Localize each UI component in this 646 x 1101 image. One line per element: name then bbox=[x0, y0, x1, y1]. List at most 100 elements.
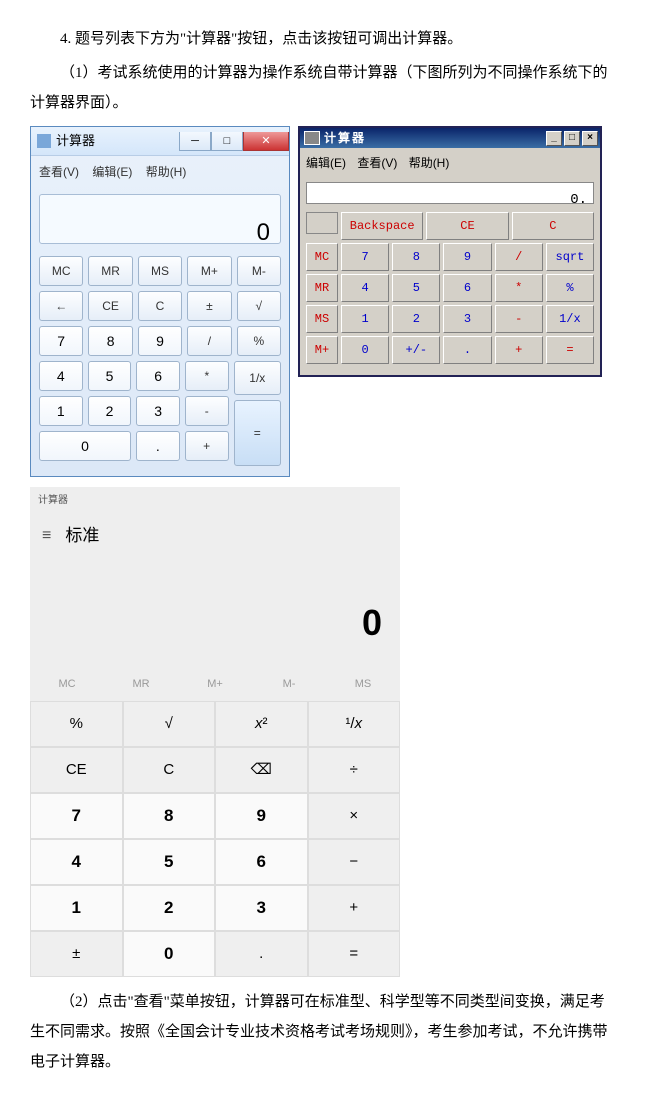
mr-button[interactable]: MR bbox=[104, 673, 178, 695]
dot-button[interactable]: . bbox=[215, 931, 308, 977]
dot-button[interactable]: . bbox=[136, 431, 180, 461]
titlebar: 计算器 _ □ × bbox=[300, 128, 600, 148]
recip-button[interactable]: 1/x bbox=[546, 305, 594, 333]
ms-button[interactable]: MS bbox=[306, 305, 338, 333]
maximize-button[interactable]: □ bbox=[211, 132, 243, 151]
num-9[interactable]: 9 bbox=[215, 793, 308, 839]
num-4[interactable]: 4 bbox=[39, 361, 83, 391]
mul-button[interactable]: × bbox=[308, 793, 401, 839]
c-button[interactable]: C bbox=[138, 291, 182, 321]
num-6[interactable]: 6 bbox=[443, 274, 491, 302]
menu-view[interactable]: 查看(V) bbox=[357, 156, 397, 170]
mminus-button[interactable]: M- bbox=[252, 673, 326, 695]
menu-help[interactable]: 帮助(H) bbox=[146, 165, 187, 179]
ce-button[interactable]: CE bbox=[30, 747, 123, 793]
equals-button[interactable]: = bbox=[546, 336, 594, 364]
pct-button[interactable]: % bbox=[237, 326, 281, 356]
num-2[interactable]: 2 bbox=[392, 305, 440, 333]
sqr-button[interactable]: x² bbox=[215, 701, 308, 747]
recip-button[interactable]: ¹/x bbox=[308, 701, 401, 747]
menu-edit[interactable]: 编辑(E) bbox=[306, 156, 346, 170]
pct-button[interactable]: % bbox=[30, 701, 123, 747]
num-4[interactable]: 4 bbox=[341, 274, 389, 302]
num-8[interactable]: 8 bbox=[392, 243, 440, 271]
mul-button[interactable]: * bbox=[185, 361, 229, 391]
num-6[interactable]: 6 bbox=[136, 361, 180, 391]
c-button[interactable]: C bbox=[512, 212, 594, 240]
mplus-button[interactable]: M+ bbox=[178, 673, 252, 695]
num-9[interactable]: 9 bbox=[138, 326, 182, 356]
ce-button[interactable]: CE bbox=[426, 212, 508, 240]
num-5[interactable]: 5 bbox=[88, 361, 132, 391]
mplus-button[interactable]: M+ bbox=[306, 336, 338, 364]
pct-button[interactable]: % bbox=[546, 274, 594, 302]
hamburger-icon[interactable]: ≡ bbox=[42, 520, 51, 552]
ms-button[interactable]: MS bbox=[326, 673, 400, 695]
display: 0. bbox=[306, 182, 594, 204]
num-2[interactable]: 2 bbox=[88, 396, 132, 426]
div-button[interactable]: / bbox=[187, 326, 231, 356]
mplus-button[interactable]: M+ bbox=[187, 256, 231, 286]
num-1[interactable]: 1 bbox=[30, 885, 123, 931]
maximize-button[interactable]: □ bbox=[564, 131, 580, 146]
sub-button[interactable]: − bbox=[308, 839, 401, 885]
num-3[interactable]: 3 bbox=[215, 885, 308, 931]
minimize-button[interactable]: _ bbox=[546, 131, 562, 146]
menu-help[interactable]: 帮助(H) bbox=[409, 156, 450, 170]
num-5[interactable]: 5 bbox=[392, 274, 440, 302]
neg-button[interactable]: +/- bbox=[392, 336, 440, 364]
num-0[interactable]: 0 bbox=[39, 431, 131, 461]
num-7[interactable]: 7 bbox=[341, 243, 389, 271]
num-1[interactable]: 1 bbox=[341, 305, 389, 333]
back-button[interactable]: ← bbox=[39, 291, 83, 321]
sub-button[interactable]: - bbox=[495, 305, 543, 333]
sqrt-button[interactable]: √ bbox=[237, 291, 281, 321]
close-button[interactable]: × bbox=[582, 131, 598, 146]
menu-view[interactable]: 查看(V) bbox=[39, 165, 79, 179]
num-2[interactable]: 2 bbox=[123, 885, 216, 931]
mminus-button[interactable]: M- bbox=[237, 256, 281, 286]
num-6[interactable]: 6 bbox=[215, 839, 308, 885]
num-0[interactable]: 0 bbox=[341, 336, 389, 364]
div-button[interactable]: ÷ bbox=[308, 747, 401, 793]
equals-button[interactable]: = bbox=[234, 400, 281, 466]
recip-button[interactable]: 1/x bbox=[234, 361, 281, 395]
num-3[interactable]: 3 bbox=[443, 305, 491, 333]
sqrt-button[interactable]: √ bbox=[123, 701, 216, 747]
close-button[interactable]: ✕ bbox=[243, 132, 289, 151]
minimize-button[interactable]: ─ bbox=[179, 132, 211, 151]
num-1[interactable]: 1 bbox=[39, 396, 83, 426]
backspace-button[interactable]: Backspace bbox=[341, 212, 423, 240]
mc-button[interactable]: MC bbox=[306, 243, 338, 271]
mc-button[interactable]: MC bbox=[39, 256, 83, 286]
add-button[interactable]: + bbox=[495, 336, 543, 364]
ms-button[interactable]: MS bbox=[138, 256, 182, 286]
div-button[interactable]: / bbox=[495, 243, 543, 271]
add-button[interactable]: + bbox=[185, 431, 229, 461]
neg-button[interactable]: ± bbox=[187, 291, 231, 321]
num-5[interactable]: 5 bbox=[123, 839, 216, 885]
num-7[interactable]: 7 bbox=[30, 793, 123, 839]
mc-button[interactable]: MC bbox=[30, 673, 104, 695]
dot-button[interactable]: . bbox=[443, 336, 491, 364]
mr-button[interactable]: MR bbox=[306, 274, 338, 302]
back-button[interactable]: ⌫ bbox=[215, 747, 308, 793]
sub-button[interactable]: - bbox=[185, 396, 229, 426]
mul-button[interactable]: * bbox=[495, 274, 543, 302]
add-button[interactable]: + bbox=[308, 885, 401, 931]
num-8[interactable]: 8 bbox=[123, 793, 216, 839]
num-8[interactable]: 8 bbox=[88, 326, 132, 356]
num-3[interactable]: 3 bbox=[136, 396, 180, 426]
sqrt-button[interactable]: sqrt bbox=[546, 243, 594, 271]
num-0[interactable]: 0 bbox=[123, 931, 216, 977]
c-button[interactable]: C bbox=[123, 747, 216, 793]
neg-button[interactable]: ± bbox=[30, 931, 123, 977]
ce-button[interactable]: CE bbox=[88, 291, 132, 321]
menu-edit[interactable]: 编辑(E) bbox=[92, 165, 132, 179]
app-icon bbox=[37, 134, 51, 148]
num-9[interactable]: 9 bbox=[443, 243, 491, 271]
mr-button[interactable]: MR bbox=[88, 256, 132, 286]
num-4[interactable]: 4 bbox=[30, 839, 123, 885]
num-7[interactable]: 7 bbox=[39, 326, 83, 356]
equals-button[interactable]: = bbox=[308, 931, 401, 977]
